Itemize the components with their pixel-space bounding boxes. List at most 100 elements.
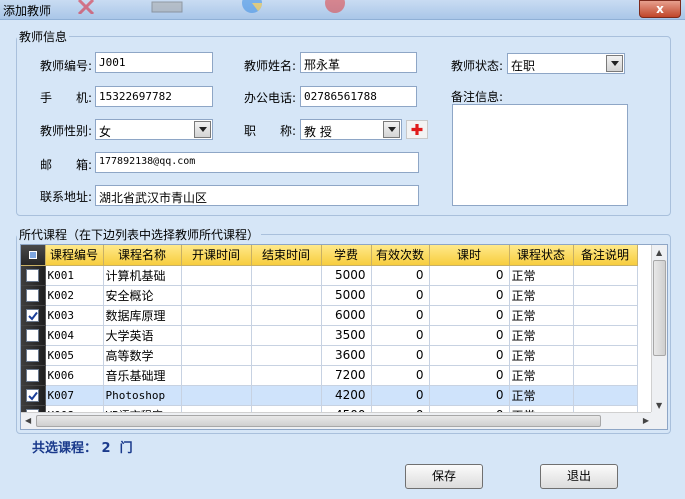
cell-course-name[interactable]: 大学英语 (103, 325, 182, 346)
cell-course-id[interactable]: K003 (45, 305, 104, 326)
horizontal-scrollbar[interactable]: ◀ ▶ (21, 412, 653, 429)
cell-status[interactable]: 正常 (509, 385, 574, 406)
cell-end-time[interactable] (251, 305, 322, 326)
cell-course-id[interactable]: K001 (45, 265, 104, 286)
cell-status[interactable]: 正常 (509, 305, 574, 326)
cell-course-name[interactable]: 高等数学 (103, 345, 182, 366)
col-header-start-time[interactable]: 开课时间 (181, 245, 252, 266)
notes-textarea[interactable] (452, 104, 628, 206)
cell-notes[interactable] (573, 305, 638, 326)
cell-status[interactable]: 正常 (509, 345, 574, 366)
cell-end-time[interactable] (251, 325, 322, 346)
cell-notes[interactable] (573, 265, 638, 286)
gender-select[interactable]: 女 (95, 119, 213, 140)
scroll-up-arrow-icon[interactable]: ▲ (656, 248, 662, 257)
close-button[interactable]: x (639, 0, 681, 18)
table-row[interactable]: K004 大学英语 3500 0 0 正常 (21, 325, 638, 346)
teacher-status-select[interactable]: 在职 (507, 53, 625, 74)
teacher-name-field[interactable]: 邢永革 (300, 52, 417, 73)
cell-status[interactable]: 正常 (509, 285, 574, 306)
row-indicator[interactable] (21, 265, 46, 286)
phone-field[interactable]: 15322697782 (95, 86, 213, 107)
cell-valid-count[interactable]: 0 (371, 345, 430, 366)
email-field[interactable]: 177892138@qq.com (95, 152, 419, 173)
scroll-down-arrow-icon[interactable]: ▼ (656, 401, 662, 410)
title-select[interactable]: 教 授 (300, 119, 402, 140)
scroll-right-arrow-icon[interactable]: ▶ (643, 416, 649, 425)
cell-fee[interactable]: 3600 (321, 345, 372, 366)
cell-valid-count[interactable]: 0 (371, 365, 430, 386)
cell-fee[interactable]: 6000 (321, 305, 372, 326)
cell-start-time[interactable] (181, 385, 252, 406)
table-row[interactable]: K002 安全概论 5000 0 0 正常 (21, 285, 638, 306)
cell-end-time[interactable] (251, 345, 322, 366)
table-row[interactable]: K007 Photoshop 4200 0 0 正常 (21, 385, 638, 406)
col-header-notes[interactable]: 备注说明 (573, 245, 638, 266)
col-header-valid-count[interactable]: 有效次数 (371, 245, 430, 266)
cell-hours[interactable]: 0 (429, 385, 510, 406)
cell-valid-count[interactable]: 0 (371, 285, 430, 306)
dropdown-button[interactable] (606, 55, 623, 72)
cell-valid-count[interactable]: 0 (371, 325, 430, 346)
cell-hours[interactable]: 0 (429, 305, 510, 326)
row-checkbox[interactable] (26, 269, 40, 282)
col-header-course-id[interactable]: 课程编号 (45, 245, 104, 266)
address-field[interactable]: 湖北省武汉市青山区 (95, 185, 419, 206)
cell-course-id[interactable]: K007 (45, 385, 104, 406)
exit-button[interactable]: 退出 (540, 464, 618, 489)
cell-notes[interactable] (573, 385, 638, 406)
cell-course-name[interactable]: Photoshop (103, 385, 182, 406)
courses-grid[interactable]: 课程编号 课程名称 开课时间 结束时间 学费 有效次数 课时 课程状态 备注说明… (20, 244, 668, 430)
scroll-left-arrow-icon[interactable]: ◀ (25, 416, 31, 425)
row-checkbox[interactable] (26, 389, 40, 402)
cell-hours[interactable]: 0 (429, 265, 510, 286)
dropdown-button[interactable] (194, 121, 211, 138)
cell-start-time[interactable] (181, 285, 252, 306)
cell-valid-count[interactable]: 0 (371, 305, 430, 326)
office-phone-field[interactable]: 02786561788 (300, 86, 417, 107)
cell-hours[interactable]: 0 (429, 325, 510, 346)
cell-course-name[interactable]: 数据库原理 (103, 305, 182, 326)
cell-hours[interactable]: 0 (429, 345, 510, 366)
cell-valid-count[interactable]: 0 (371, 265, 430, 286)
cell-start-time[interactable] (181, 365, 252, 386)
row-checkbox[interactable] (26, 289, 40, 302)
row-checkbox[interactable] (26, 349, 40, 362)
table-row[interactable]: K001 计算机基础 5000 0 0 正常 (21, 265, 638, 286)
cell-course-id[interactable]: K006 (45, 365, 104, 386)
cell-notes[interactable] (573, 285, 638, 306)
horizontal-scroll-thumb[interactable] (36, 415, 601, 427)
cell-fee[interactable]: 3500 (321, 325, 372, 346)
row-checkbox[interactable] (26, 309, 40, 322)
cell-notes[interactable] (573, 325, 638, 346)
row-indicator[interactable] (21, 385, 46, 406)
select-all-header[interactable] (21, 245, 46, 266)
cell-course-name[interactable]: 音乐基础理 (103, 365, 182, 386)
cell-fee[interactable]: 5000 (321, 285, 372, 306)
cell-valid-count[interactable]: 0 (371, 385, 430, 406)
col-header-hours[interactable]: 课时 (429, 245, 510, 266)
col-header-fee[interactable]: 学费 (321, 245, 372, 266)
cell-status[interactable]: 正常 (509, 265, 574, 286)
cell-start-time[interactable] (181, 265, 252, 286)
teacher-id-field[interactable]: J001 (95, 52, 213, 73)
cell-course-id[interactable]: K005 (45, 345, 104, 366)
row-checkbox[interactable] (26, 369, 40, 382)
vertical-scroll-thumb[interactable] (653, 260, 666, 356)
row-indicator[interactable] (21, 305, 46, 326)
cell-course-id[interactable]: K004 (45, 325, 104, 346)
cell-end-time[interactable] (251, 265, 322, 286)
vertical-scrollbar[interactable]: ▲ ▼ (651, 245, 667, 413)
cell-hours[interactable]: 0 (429, 365, 510, 386)
cell-course-name[interactable]: 安全概论 (103, 285, 182, 306)
cell-end-time[interactable] (251, 365, 322, 386)
table-row[interactable]: K006 音乐基础理 7200 0 0 正常 (21, 365, 638, 386)
col-header-status[interactable]: 课程状态 (509, 245, 574, 266)
cell-course-id[interactable]: K002 (45, 285, 104, 306)
cell-course-name[interactable]: 计算机基础 (103, 265, 182, 286)
cell-notes[interactable] (573, 365, 638, 386)
row-checkbox[interactable] (26, 329, 40, 342)
cell-fee[interactable]: 5000 (321, 265, 372, 286)
cell-notes[interactable] (573, 345, 638, 366)
cell-start-time[interactable] (181, 305, 252, 326)
